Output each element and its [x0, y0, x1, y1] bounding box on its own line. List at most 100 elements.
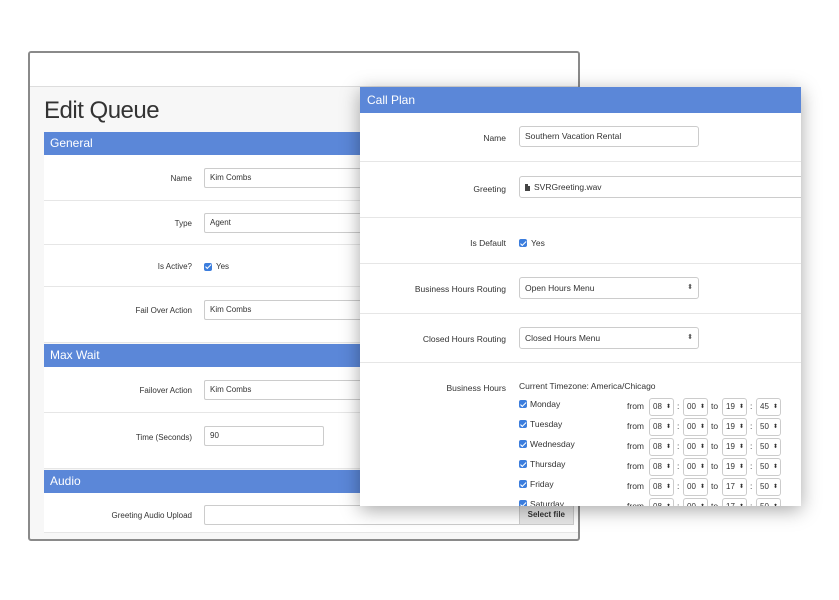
checkbox-checked-icon[interactable]	[519, 500, 527, 506]
select-caret-icon: ⬍	[666, 499, 671, 506]
checkbox-checked-icon[interactable]	[519, 239, 527, 247]
to-hour-select[interactable]: 19 ⬍	[722, 398, 747, 416]
from-hour-select[interactable]: 08⬍	[649, 458, 674, 476]
from-minute-select[interactable]: 00⬍	[683, 418, 708, 436]
checkbox-checked-icon[interactable]	[519, 440, 527, 448]
from-minute-value: 00	[687, 402, 696, 411]
from-minute-select[interactable]: 00⬍	[683, 478, 708, 496]
checkbox-checked-icon[interactable]	[519, 480, 527, 488]
to-label: to	[711, 481, 719, 491]
to-minute-select[interactable]: 50⬍	[756, 418, 781, 436]
cp-default-value: Yes	[531, 238, 545, 248]
file-icon	[525, 183, 530, 191]
cp-closed-routing-value: Closed Hours Menu	[525, 333, 601, 343]
to-minute-select[interactable]: 50⬍	[756, 438, 781, 456]
day-checkbox[interactable]: Thursday	[519, 459, 565, 469]
select-caret-icon: ⬍	[738, 464, 744, 470]
time-colon: :	[750, 441, 753, 451]
select-caret-icon: ⬍	[773, 499, 778, 506]
from-hour-select[interactable]: 08⬍	[649, 418, 674, 436]
day-label: Friday	[530, 479, 554, 489]
to-minute-select[interactable]: 50⬍	[756, 478, 781, 496]
from-hour-value: 08	[653, 422, 662, 431]
from-hour-select[interactable]: 08⬍	[649, 398, 674, 416]
to-hour-select[interactable]: 17⬍	[722, 498, 747, 506]
eq-failover-label: Fail Over Action	[135, 306, 192, 315]
day-label: Wednesday	[530, 439, 575, 449]
select-caret-icon: ⬍	[665, 424, 671, 430]
eq-type-label: Type	[174, 219, 192, 228]
select-caret-icon: ⬍	[738, 484, 744, 490]
from-minute-select[interactable]: 00 ⬍	[683, 498, 708, 506]
cp-name-label: Name	[483, 133, 506, 143]
from-minute-select[interactable]: 00⬍	[683, 458, 708, 476]
cp-default-checkbox[interactable]: Yes	[519, 238, 545, 248]
from-label: from	[627, 481, 644, 491]
to-hour-select[interactable]: 19 ⬍	[722, 438, 747, 456]
checkbox-checked-icon[interactable]	[204, 262, 212, 271]
select-caret-icon: ⬍	[699, 464, 705, 470]
day-checkbox[interactable]: Wednesday	[519, 439, 575, 449]
day-checkbox[interactable]: Monday	[519, 399, 560, 409]
from-hour-select[interactable]: 08⬍	[649, 438, 674, 456]
from-label: from	[627, 501, 644, 506]
time-colon: :	[677, 461, 680, 471]
select-caret-icon: ⬍	[738, 424, 744, 430]
time-colon: :	[677, 501, 680, 506]
from-label: from	[627, 441, 644, 451]
day-checkbox[interactable]: Saturday	[519, 499, 564, 506]
cp-closed-routing-select[interactable]: Closed Hours Menu ⬍	[519, 327, 699, 349]
eq-time-input[interactable]: 90	[204, 426, 324, 446]
eq-name-label: Name	[170, 174, 192, 183]
from-hour-select[interactable]: 08⬍	[649, 478, 674, 496]
to-hour-value: 17	[726, 482, 735, 491]
to-minute-value: 50	[760, 502, 769, 506]
to-label: to	[711, 441, 719, 451]
cp-name-input[interactable]: Southern Vacation Rental	[519, 126, 699, 147]
select-caret-icon: ⬍	[738, 404, 744, 410]
cp-row-closed-routing: Closed Hours Routing Closed Hours Menu ⬍	[360, 314, 801, 363]
time-colon: :	[677, 421, 680, 431]
to-minute-select[interactable]: 45 ⬍	[756, 398, 781, 416]
to-hour-select[interactable]: 17⬍	[722, 478, 747, 496]
from-label: from	[627, 421, 644, 431]
day-label: Saturday	[530, 499, 565, 506]
day-checkbox[interactable]: Tuesday	[519, 419, 562, 429]
to-hour-select[interactable]: 19 ⬍	[722, 418, 747, 436]
from-minute-select[interactable]: 00⬍	[683, 398, 708, 416]
cp-business-routing-select[interactable]: Open Hours Menu ⬍	[519, 277, 699, 299]
day-row-saturday: Saturday from 08 ⬍: 00 ⬍ to 17 ⬍: 50 ⬍	[519, 496, 789, 506]
eq-active-checkbox[interactable]: Yes	[204, 262, 229, 271]
select-caret-icon: ⬍	[738, 444, 744, 450]
to-minute-value: 50	[760, 422, 769, 431]
to-hour-select[interactable]: 19 ⬍	[722, 458, 747, 476]
from-minute-value: 00	[687, 482, 696, 491]
to-hour-value: 19	[726, 422, 735, 431]
cp-greeting-filename: SVRGreeting.wav	[534, 182, 602, 192]
select-caret-icon: ⬍	[700, 499, 705, 506]
cp-greeting-file[interactable]: SVRGreeting.wav	[519, 176, 801, 198]
day-checkbox[interactable]: Friday	[519, 479, 554, 489]
eq-time-label: Time (Seconds)	[135, 433, 192, 442]
to-label: to	[711, 461, 719, 471]
day-row-thursday: Thursday from 08 ⬍:00 ⬍ to 19 ⬍:50 ⬍	[519, 456, 789, 476]
to-minute-value: 45	[760, 402, 769, 411]
to-hour-value: 19	[726, 462, 735, 471]
from-hour-select[interactable]: 08⬍	[649, 498, 674, 506]
checkbox-checked-icon[interactable]	[519, 460, 527, 468]
checkbox-checked-icon[interactable]	[519, 420, 527, 428]
cp-business-routing-label: Business Hours Routing	[414, 284, 506, 294]
cp-default-label: Is Default	[470, 238, 506, 248]
checkbox-checked-icon[interactable]	[519, 400, 527, 408]
select-file-button[interactable]: Select file	[518, 505, 574, 525]
from-label: from	[627, 461, 644, 471]
to-minute-value: 50	[760, 442, 769, 451]
from-minute-select[interactable]: 00⬍	[683, 438, 708, 456]
to-minute-select[interactable]: 50 ⬍	[756, 498, 781, 506]
from-minute-value: 00	[687, 502, 696, 506]
time-colon: :	[750, 501, 753, 506]
to-minute-select[interactable]: 50⬍	[756, 458, 781, 476]
call-plan-title: Call Plan	[360, 87, 801, 113]
select-caret-icon: ⬍	[772, 484, 778, 490]
to-label: to	[711, 401, 719, 411]
